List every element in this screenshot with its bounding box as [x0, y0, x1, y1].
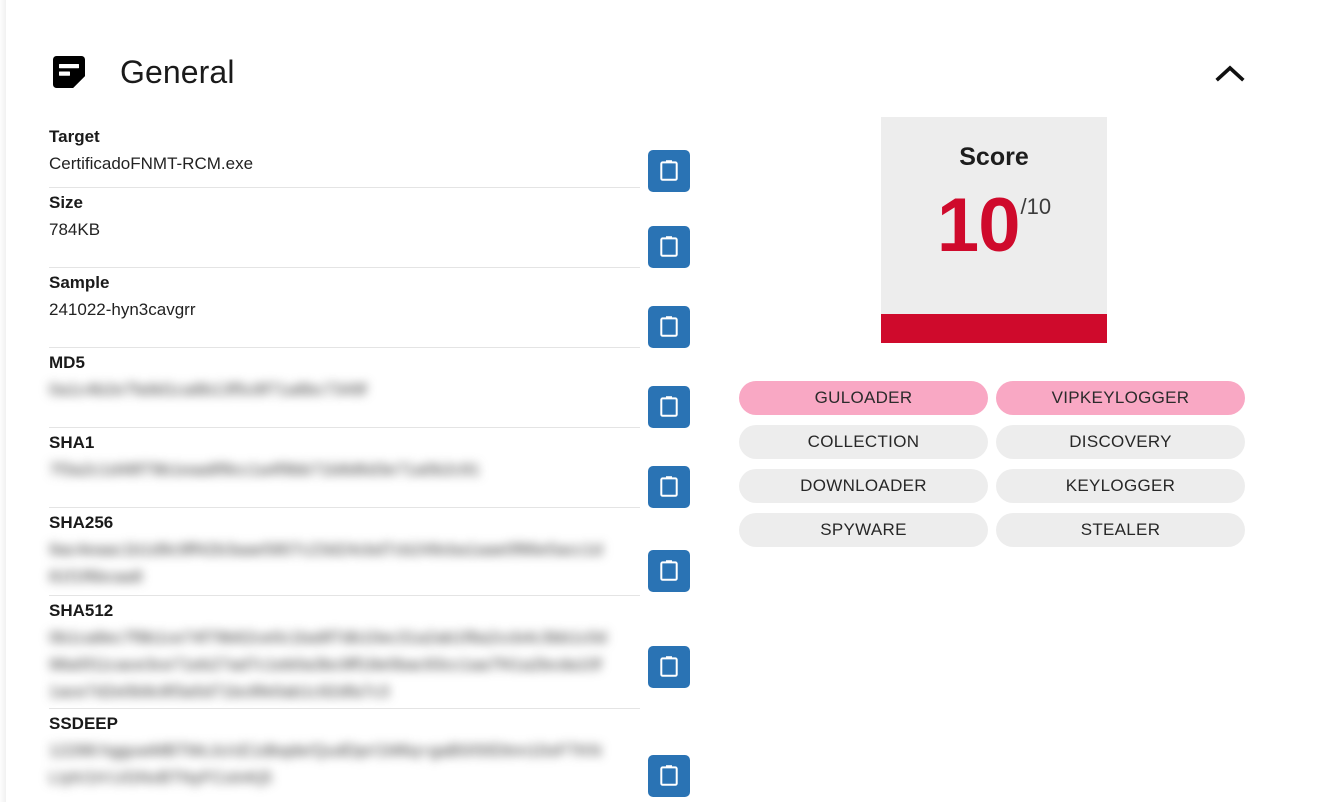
copy-button-sha256[interactable]	[648, 550, 690, 592]
tag-downloader[interactable]: DOWNLOADER	[739, 469, 988, 503]
copy-button-size[interactable]	[648, 226, 690, 268]
info-row-md5: MD5 0a1c4b2e7fa9d1ca8b13f5c8f71a8bc7349f	[49, 348, 690, 428]
copy-button-sha512[interactable]	[648, 646, 690, 688]
info-label-md5: MD5	[49, 353, 85, 372]
info-row-sha1: SHA1 7f3a2c1d48f79b1eaa8f9cc1a4f9bb71b8d6…	[49, 428, 690, 508]
clipboard-icon	[659, 655, 679, 680]
collapse-panel-button[interactable]	[1209, 54, 1251, 96]
general-info-list: Target CertificadoFNMT-RCM.exe Size 784KB Sa…	[49, 122, 690, 797]
score-value-group: 10 /10	[881, 183, 1107, 268]
copy-button-target[interactable]	[648, 150, 690, 192]
score-max: /10	[1020, 194, 1052, 219]
tag-list: GULOADER VIPKEYLOGGER COLLECTION DISCOVERY D…	[739, 381, 1245, 547]
score-label: Score	[959, 143, 1029, 171]
info-value-ssdeep: 12288:hgguwMBTMcJc/cE1dbqde/QudDpr/1M6q+…	[49, 741, 602, 787]
info-value-md5: 0a1c4b2e7fa9d1ca8b13f5c8f71a8bc7349f	[49, 380, 367, 399]
page-title: General	[120, 54, 235, 90]
info-label-size: Size	[49, 193, 84, 212]
info-row-sha512: SHA512 0b1ca8ec7f9b1ce74f79b62ce0c1ba9f7d…	[49, 596, 690, 709]
info-row-size: Size 784KB	[49, 188, 690, 268]
copy-button-md5[interactable]	[648, 386, 690, 428]
tag-vipkeylogger[interactable]: VIPKEYLOGGER	[996, 381, 1245, 415]
info-value-sha1: 7f3a2c1d48f79b1eaa8f9cc1a4f9bb71b8d6d3e7…	[49, 460, 481, 479]
panel-content: General Target CertificadoFNMT-RCM.exe Siz…	[0, 0, 1330, 802]
info-value-target: CertificadoFNMT-RCM.exe	[49, 154, 254, 173]
info-label-sha1: SHA1	[49, 433, 95, 452]
tag-collection[interactable]: COLLECTION	[739, 425, 988, 459]
clipboard-icon	[659, 315, 679, 340]
info-row-ssdeep: SSDEEP 12288:hgguwMBTMcJc/cE1dbqde/QudDpr…	[49, 709, 690, 797]
tag-spyware[interactable]: SPYWARE	[739, 513, 988, 547]
info-value-sha512: 0b1ca8ec7f9b1ce74f79b62ce0c1ba9f7db10ec3…	[49, 628, 607, 701]
score-severity-bar	[881, 314, 1107, 343]
tag-keylogger[interactable]: KEYLOGGER	[996, 469, 1245, 503]
chevron-up-icon	[1215, 64, 1245, 87]
clipboard-icon	[659, 475, 679, 500]
info-value-size: 784KB	[49, 220, 101, 239]
clipboard-icon	[659, 235, 679, 260]
panel-header: General	[49, 44, 1279, 100]
info-label-sha256: SHA256	[49, 513, 114, 532]
clipboard-icon	[659, 395, 679, 420]
copy-button-ssdeep[interactable]	[648, 755, 690, 797]
info-label-ssdeep: SSDEEP	[49, 714, 118, 733]
clipboard-icon	[659, 559, 679, 584]
info-label-sha512: SHA512	[49, 601, 114, 620]
info-label-target: Target	[49, 127, 100, 146]
info-label-sample: Sample	[49, 273, 110, 292]
info-row-target: Target CertificadoFNMT-RCM.exe	[49, 122, 690, 192]
tag-guloader[interactable]: GULOADER	[739, 381, 988, 415]
clipboard-icon	[659, 159, 679, 184]
tag-stealer[interactable]: STEALER	[996, 513, 1245, 547]
score-value: 10	[936, 183, 1021, 268]
general-panel: General Target CertificadoFNMT-RCM.exe Siz…	[0, 0, 1330, 802]
tag-discovery[interactable]: DISCOVERY	[996, 425, 1245, 459]
info-row-sha256: SHA256 9ac4eaac1b1d9c9ff42b3aae5807c23d24…	[49, 508, 690, 596]
clipboard-icon	[659, 764, 679, 789]
info-value-sample: 241022-hyn3cavgrr	[49, 300, 196, 319]
score-card: Score 10 /10	[881, 117, 1107, 343]
copy-button-sha1[interactable]	[648, 466, 690, 508]
note-document-icon	[49, 52, 89, 92]
copy-button-sample[interactable]	[648, 306, 690, 348]
info-row-sample: Sample 241022-hyn3cavgrr	[49, 268, 690, 348]
info-value-sha256: 9ac4eaac1b1d9c9ff42b3aae5807c23d24cbd7cb…	[49, 540, 603, 586]
